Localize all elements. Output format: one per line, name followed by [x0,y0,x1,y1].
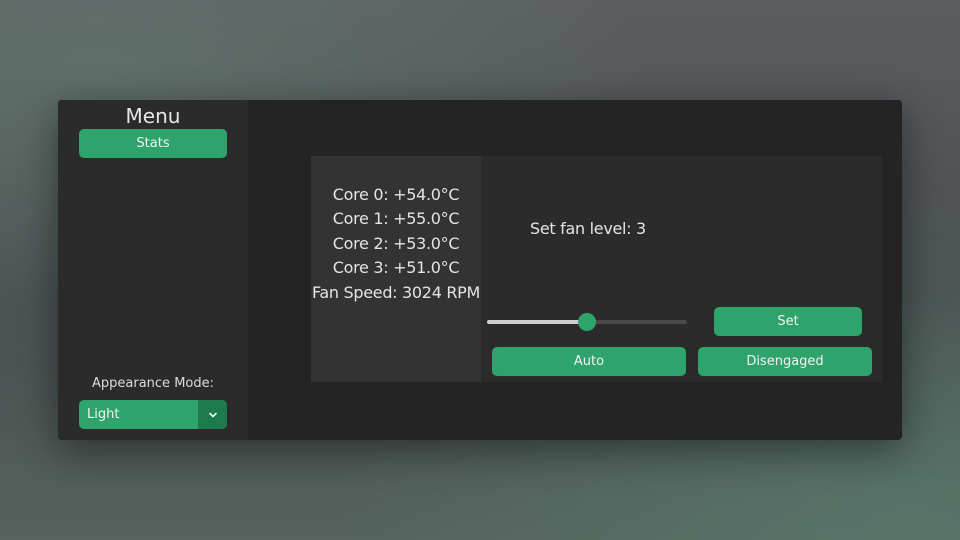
core-1-temp: Core 1: +55.0°C [332,209,460,229]
app-window: Menu Stats Appearance Mode: Light Core 0… [58,100,902,440]
appearance-mode-dropdown[interactable]: Light [79,400,227,429]
fan-level-slider[interactable] [487,313,687,331]
appearance-mode-value: Light [87,407,120,422]
core-2-temp: Core 2: +53.0°C [332,233,460,253]
slider-fill [487,320,587,324]
disengaged-button[interactable]: Disengaged [698,347,872,376]
stats-panel: Core 0: +54.0°C Core 1: +55.0°C Core 2: … [311,156,481,382]
menu-title: Menu [125,104,181,128]
slider-handle[interactable] [578,313,596,331]
sidebar: Menu Stats Appearance Mode: Light [58,100,248,440]
stats-lines: Core 0: +54.0°C Core 1: +55.0°C Core 2: … [311,183,481,305]
set-button[interactable]: Set [714,307,862,336]
chevron-down-icon [208,412,217,417]
core-0-temp: Core 0: +54.0°C [332,185,460,204]
auto-button[interactable]: Auto [492,347,686,376]
fan-speed: Fan Speed: 3024 RPM [311,282,481,302]
dropdown-arrow-button[interactable] [198,400,227,429]
core-3-temp: Core 3: +51.0°C [332,258,460,278]
fan-level-label: Set fan level: 3 [530,219,646,238]
stats-button[interactable]: Stats [79,129,227,158]
main-panel: Core 0: +54.0°C Core 1: +55.0°C Core 2: … [311,156,882,382]
appearance-mode-label: Appearance Mode: [92,376,214,391]
